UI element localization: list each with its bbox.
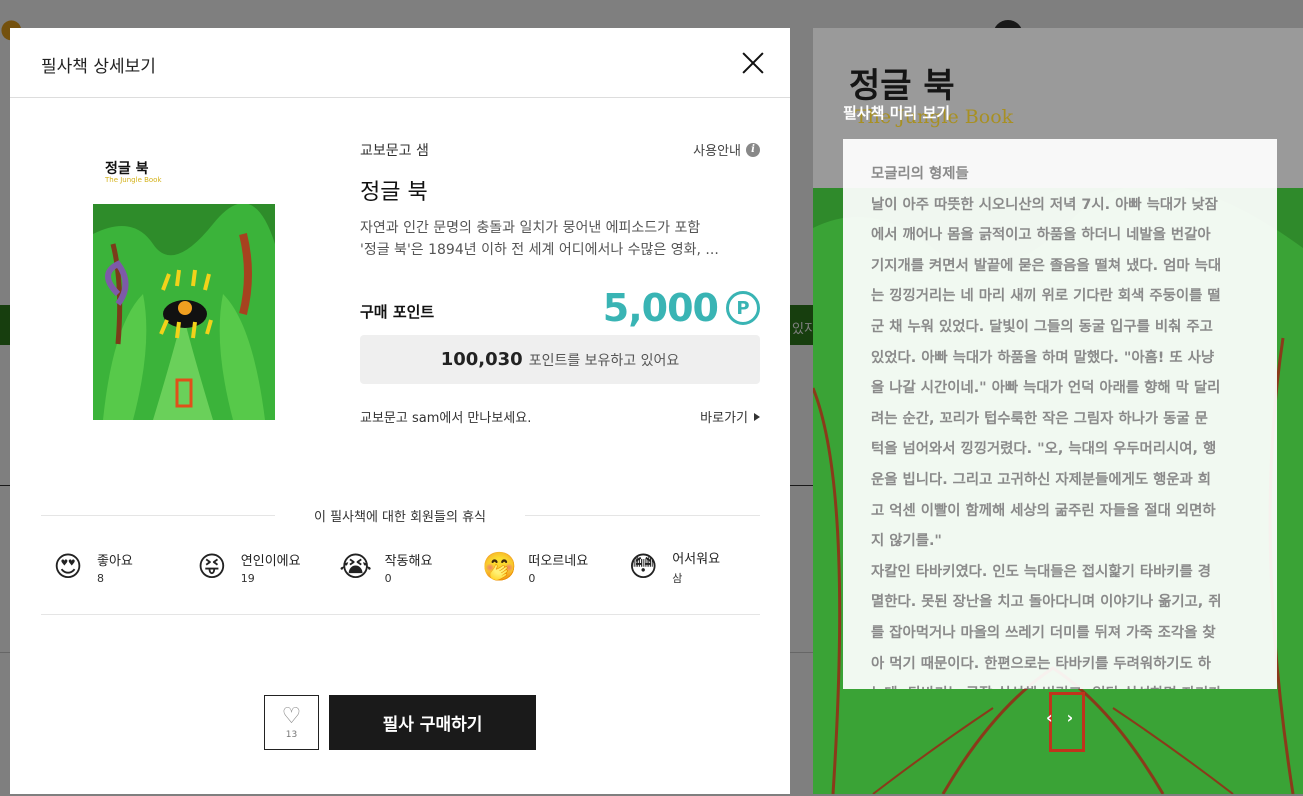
preview-line: 고 억센 이빨이 함께해 세상의 굶주린 자들을 절대 외면하 — [871, 502, 1216, 519]
goto-link[interactable]: 바로가기 — [700, 407, 760, 426]
preview-line: 모글리의 형제들 — [871, 166, 969, 182]
owned-points-text: 포인트를 보유하고 있어요 — [528, 352, 680, 369]
heart-icon: ♡ — [281, 703, 302, 729]
preview-line: 기지개를 켜면서 발끝에 묻은 졸음을 떨쳐 냈다. 엄마 늑대 — [871, 257, 1222, 274]
cover-header: 정글 북 The Jungle Book — [93, 152, 275, 204]
preview-book-title: 정글 북 — [849, 66, 955, 106]
preview-panel: 정글 북 The Jungle Book 필사책 미리 보기 모글리의 형제들 … — [813, 28, 1303, 794]
reaction-label: 좋아요 — [97, 553, 133, 569]
tongue-emoji-icon: 😝 — [197, 550, 227, 583]
like-count: 13 — [285, 729, 298, 740]
cover-title: 정글 북 — [105, 161, 149, 177]
publisher-label: 교보문고 샘 — [360, 143, 429, 159]
preview-line: 지 않기를." — [871, 533, 942, 550]
info-icon: i — [746, 142, 760, 157]
like-button[interactable]: ♡ 13 — [264, 695, 319, 750]
reaction-count: 19 — [240, 571, 255, 585]
preview-line: 턱을 넘어와서 낑낑거렸다. "오, 늑대의 우두머리시여, 행 — [871, 441, 1217, 458]
arrow-right-icon — [754, 412, 760, 421]
preview-line: 에서 깨어나 몸을 긁적이고 하품을 하더니 네발을 번갈아 — [871, 227, 1211, 244]
preview-label: 필사책 미리 보기 — [843, 104, 951, 122]
reaction-count: 0 — [528, 571, 536, 585]
chevron-left-icon[interactable]: ‹ — [1046, 708, 1053, 727]
modal-header: 필사책 상세보기 — [10, 28, 790, 98]
preview-line: 날이 아주 따뜻한 시오니산의 저녁 7시. 아빠 늑대가 낮잠 — [871, 196, 1218, 213]
book-description: 자연과 인간 문명의 충돌과 일치가 뭉어낸 에피소드가 포함 '정글 북'은 … — [360, 217, 760, 261]
preview-line: 는 낑낑거리는 네 마리 새끼 위로 기다란 회색 주둥이를 떨 — [871, 288, 1221, 305]
point-icon: P — [726, 291, 760, 325]
reaction-like[interactable]: 😍 좋아요 8 — [41, 548, 185, 586]
preview-line: 려는 순간, 꼬리가 텁수룩한 작은 그림자 하나가 동굴 문 — [871, 410, 1208, 427]
price: 5,000 P — [603, 286, 760, 330]
chevron-right-icon[interactable]: › — [1067, 708, 1074, 727]
book-cover: 정글 북 The Jungle Book — [93, 152, 275, 420]
preview-line: 멸한다. 못된 장난을 치고 돌아다니며 이야기나 옮기고, 쥐 — [871, 594, 1222, 611]
reaction-label: 떠오르네요 — [528, 553, 589, 569]
hand-over-mouth-emoji-icon: 🤭 — [482, 550, 518, 583]
book-title: 정글 북 — [360, 180, 428, 205]
cover-subtitle: The Jungle Book — [105, 176, 162, 184]
owned-points-box: 100,030 포인트를 보유하고 있어요 — [360, 335, 760, 384]
jungle-illustration — [93, 204, 275, 420]
preview-line: 군 채 누워 있었다. 달빛이 그들의 동굴 입구를 비춰 주고 — [871, 318, 1213, 335]
close-icon[interactable] — [738, 48, 768, 78]
crying-emoji-icon: 😭 — [339, 550, 372, 583]
reactions-list: 😍 좋아요 8 😝 연인이에요 19 😭 작동해요 0 🤭 떠오르네요 0 😳 … — [41, 548, 760, 586]
preview-line: 를 잡아먹거나 마을의 쓰레기 더미를 뒤져 가죽 조각을 찾 — [871, 624, 1216, 641]
preview-line: 있었다. 아빠 늑대가 하품을 하며 말했다. "아흠! 또 사냥 — [871, 349, 1215, 366]
buy-button[interactable]: 필사 구매하기 — [329, 695, 536, 750]
preview-line: 아 먹기 때문이다. 한편으로는 타바키를 두려워하기도 하 — [871, 655, 1212, 672]
preview-line: 운을 빕니다. 그리고 고귀하신 자제분들에게도 행운과 희 — [871, 471, 1212, 488]
goto-label: 바로가기 — [700, 411, 748, 426]
price-value: 5,000 — [602, 286, 719, 330]
book-detail-modal: 필사책 상세보기 정글 북 The Jungle Book 교보문고 샘 사용안… — [10, 28, 790, 794]
description-line: 자연과 인간 문명의 충돌과 일치가 뭉어낸 에피소드가 포함 — [360, 220, 701, 236]
usage-guide-link[interactable]: 사용안내 i — [693, 140, 760, 159]
preview-pagination: ‹ › — [1046, 708, 1073, 727]
reaction-lover[interactable]: 😝 연인이에요 19 — [185, 548, 329, 586]
reaction-count: 8 — [97, 571, 104, 585]
preview-line: 을 나갈 시간이네." 아빠 늑대가 언덕 아래를 향해 막 달리 — [871, 380, 1221, 397]
heart-eyes-emoji-icon: 😍 — [53, 550, 83, 583]
description-line: '정글 북'은 1894년 이하 전 세계 어디에서나 수많은 영화, ... — [360, 242, 719, 258]
flushed-emoji-icon: 😳 — [628, 550, 658, 583]
owned-points-value: 100,030 — [440, 349, 523, 370]
reaction-label: 연인이에요 — [240, 553, 301, 569]
preview-line: 자칼인 타바키였다. 인도 늑대들은 접시핥기 타바키를 경 — [871, 563, 1212, 580]
cover-illustration — [93, 204, 275, 420]
usage-guide-label: 사용안내 — [693, 144, 741, 159]
preview-line: 는데, 타바키는 곧잘 실성해 버리고, 일단 실성하면 자기가 — [871, 679, 1263, 689]
reaction-count: 0 — [384, 571, 392, 585]
reaction-moved[interactable]: 😭 작동해요 0 — [329, 548, 473, 586]
sam-promo-text: 교보문고 sam에서 만나보세요. — [360, 411, 532, 426]
modal-title: 필사책 상세보기 — [41, 57, 156, 77]
price-label: 구매 포인트 — [360, 303, 435, 321]
reaction-remind[interactable]: 🤭 떠오르네요 0 — [472, 548, 616, 586]
preview-text-area[interactable]: 모글리의 형제들 날이 아주 따뜻한 시오니산의 저녁 7시. 아빠 늑대가 낮… — [843, 139, 1277, 689]
reaction-label: 작동해요 — [384, 553, 433, 569]
reaction-count: 삼 — [672, 572, 683, 585]
reactions-title: 이 필사책에 대한 회원들의 휴식 — [275, 506, 525, 525]
reaction-surprised[interactable]: 😳 어서워요 삼 — [616, 548, 760, 586]
reactions-bottom-divider — [41, 614, 760, 615]
reaction-label: 어서워요 — [672, 552, 721, 567]
